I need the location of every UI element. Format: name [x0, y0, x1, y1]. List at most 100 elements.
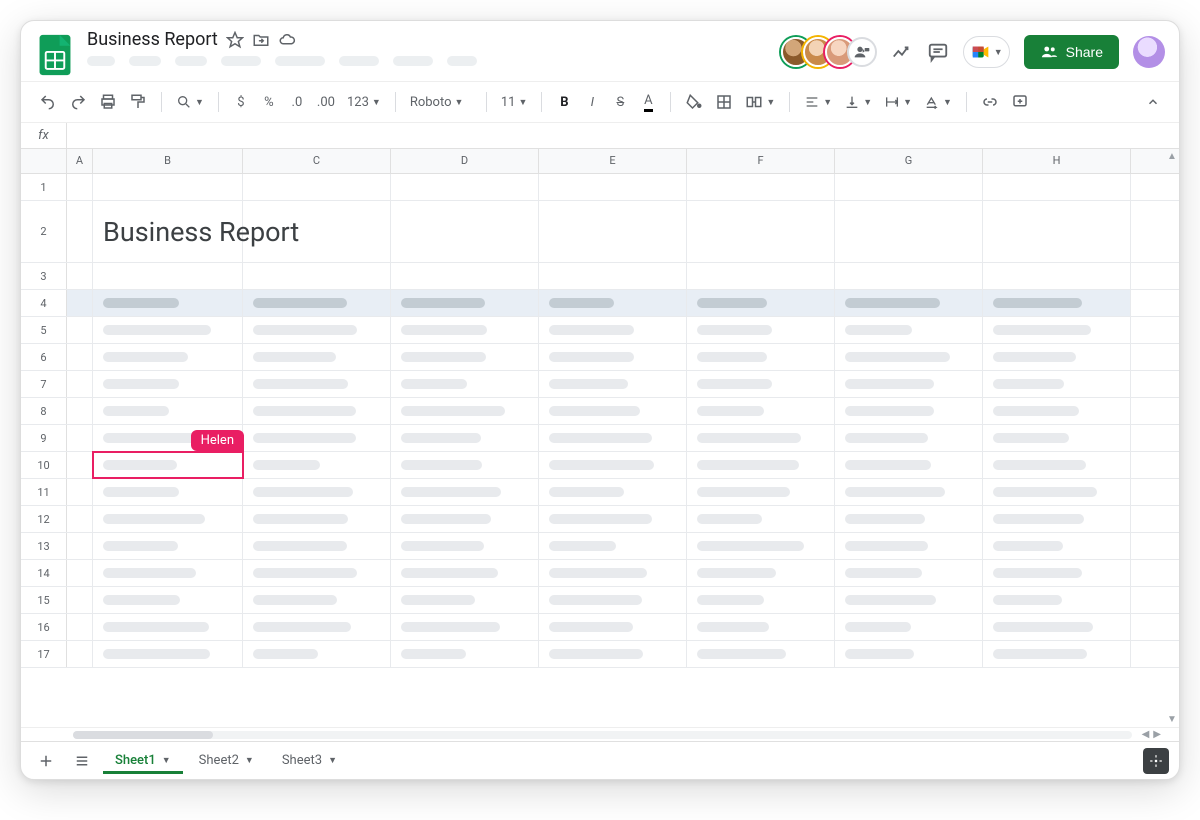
- font-dropdown[interactable]: Roboto▼: [406, 88, 476, 116]
- cell[interactable]: [67, 614, 93, 640]
- cloud-status-icon[interactable]: [278, 31, 296, 49]
- cell[interactable]: [67, 344, 93, 370]
- cell[interactable]: [687, 201, 835, 262]
- undo-button[interactable]: [35, 88, 61, 116]
- row-header[interactable]: 12: [21, 506, 67, 532]
- cell[interactable]: [243, 344, 391, 370]
- anonymous-avatar[interactable]: [847, 37, 877, 67]
- cell[interactable]: [687, 371, 835, 397]
- column-header-E[interactable]: E: [539, 149, 687, 173]
- horizontal-align-dropdown[interactable]: ▼: [800, 88, 836, 116]
- cell[interactable]: Helen: [93, 452, 243, 478]
- cell[interactable]: [687, 398, 835, 424]
- row-header[interactable]: 9: [21, 425, 67, 451]
- sheets-logo-icon[interactable]: [35, 31, 75, 79]
- cell[interactable]: [539, 560, 687, 586]
- cell[interactable]: [67, 425, 93, 451]
- cell[interactable]: [687, 344, 835, 370]
- column-header-D[interactable]: D: [391, 149, 539, 173]
- cell[interactable]: [983, 533, 1131, 559]
- cell[interactable]: [687, 614, 835, 640]
- cell[interactable]: [983, 263, 1131, 289]
- cell[interactable]: [983, 587, 1131, 613]
- cell[interactable]: [93, 641, 243, 667]
- cell[interactable]: [835, 371, 983, 397]
- cell[interactable]: [835, 641, 983, 667]
- cell[interactable]: [243, 614, 391, 640]
- cell[interactable]: [67, 174, 93, 200]
- cell[interactable]: [983, 371, 1131, 397]
- number-format-dropdown[interactable]: 123▼: [343, 88, 385, 116]
- cell[interactable]: [835, 452, 983, 478]
- menu-item[interactable]: [221, 56, 261, 66]
- text-color-button[interactable]: A: [636, 88, 660, 116]
- menu-item[interactable]: [393, 56, 433, 66]
- cell[interactable]: [539, 290, 687, 316]
- cell[interactable]: [687, 452, 835, 478]
- row-header[interactable]: 14: [21, 560, 67, 586]
- cell[interactable]: [67, 587, 93, 613]
- cell[interactable]: [539, 425, 687, 451]
- cell[interactable]: [243, 425, 391, 451]
- cell[interactable]: [687, 641, 835, 667]
- formula-input[interactable]: [67, 123, 1179, 148]
- cell[interactable]: [391, 174, 539, 200]
- row-header[interactable]: 1: [21, 174, 67, 200]
- cell[interactable]: [835, 174, 983, 200]
- column-header-H[interactable]: H: [983, 149, 1131, 173]
- cell[interactable]: [391, 587, 539, 613]
- cell[interactable]: [243, 201, 391, 262]
- percent-button[interactable]: %: [257, 88, 281, 116]
- cell[interactable]: [243, 290, 391, 316]
- cell[interactable]: [687, 506, 835, 532]
- fill-color-button[interactable]: [681, 88, 707, 116]
- cell[interactable]: [243, 533, 391, 559]
- column-header-G[interactable]: G: [835, 149, 983, 173]
- horizontal-scrollbar[interactable]: ◀▶: [21, 727, 1179, 741]
- profile-avatar[interactable]: [1133, 36, 1165, 68]
- row-header[interactable]: 4: [21, 290, 67, 316]
- sheet-tab[interactable]: Sheet2▼: [187, 747, 266, 774]
- sheet-tab[interactable]: Sheet1▼: [103, 747, 183, 774]
- row-header[interactable]: 10: [21, 452, 67, 478]
- vertical-scrollbar[interactable]: ▲▼: [1165, 149, 1179, 727]
- print-button[interactable]: [95, 88, 121, 116]
- cell[interactable]: [243, 398, 391, 424]
- cell[interactable]: [835, 506, 983, 532]
- cell[interactable]: [391, 614, 539, 640]
- cell[interactable]: [539, 587, 687, 613]
- menu-item[interactable]: [129, 56, 161, 66]
- cell[interactable]: [391, 317, 539, 343]
- cell[interactable]: [391, 560, 539, 586]
- cell[interactable]: [67, 479, 93, 505]
- cell[interactable]: [93, 398, 243, 424]
- cell[interactable]: [983, 560, 1131, 586]
- cell[interactable]: [93, 317, 243, 343]
- cell[interactable]: [835, 587, 983, 613]
- cell[interactable]: [391, 371, 539, 397]
- row-header[interactable]: 8: [21, 398, 67, 424]
- column-header-C[interactable]: C: [243, 149, 391, 173]
- cell[interactable]: [687, 174, 835, 200]
- decrease-decimal-button[interactable]: .0: [285, 88, 309, 116]
- cell[interactable]: [539, 614, 687, 640]
- row-header[interactable]: 7: [21, 371, 67, 397]
- italic-button[interactable]: I: [580, 88, 604, 116]
- column-header-F[interactable]: F: [687, 149, 835, 173]
- cell[interactable]: [539, 371, 687, 397]
- star-icon[interactable]: [226, 31, 244, 49]
- cell[interactable]: [687, 533, 835, 559]
- cell[interactable]: [687, 560, 835, 586]
- cell[interactable]: [67, 560, 93, 586]
- doc-title[interactable]: Business Report: [87, 29, 218, 50]
- meet-button[interactable]: ▼: [963, 36, 1010, 68]
- row-header[interactable]: 2: [21, 201, 67, 262]
- cell[interactable]: [67, 317, 93, 343]
- cell[interactable]: [93, 371, 243, 397]
- cell[interactable]: [67, 641, 93, 667]
- cell[interactable]: [983, 317, 1131, 343]
- column-header-B[interactable]: B: [93, 149, 243, 173]
- cell[interactable]: [243, 641, 391, 667]
- borders-button[interactable]: [711, 88, 737, 116]
- cell[interactable]: [93, 344, 243, 370]
